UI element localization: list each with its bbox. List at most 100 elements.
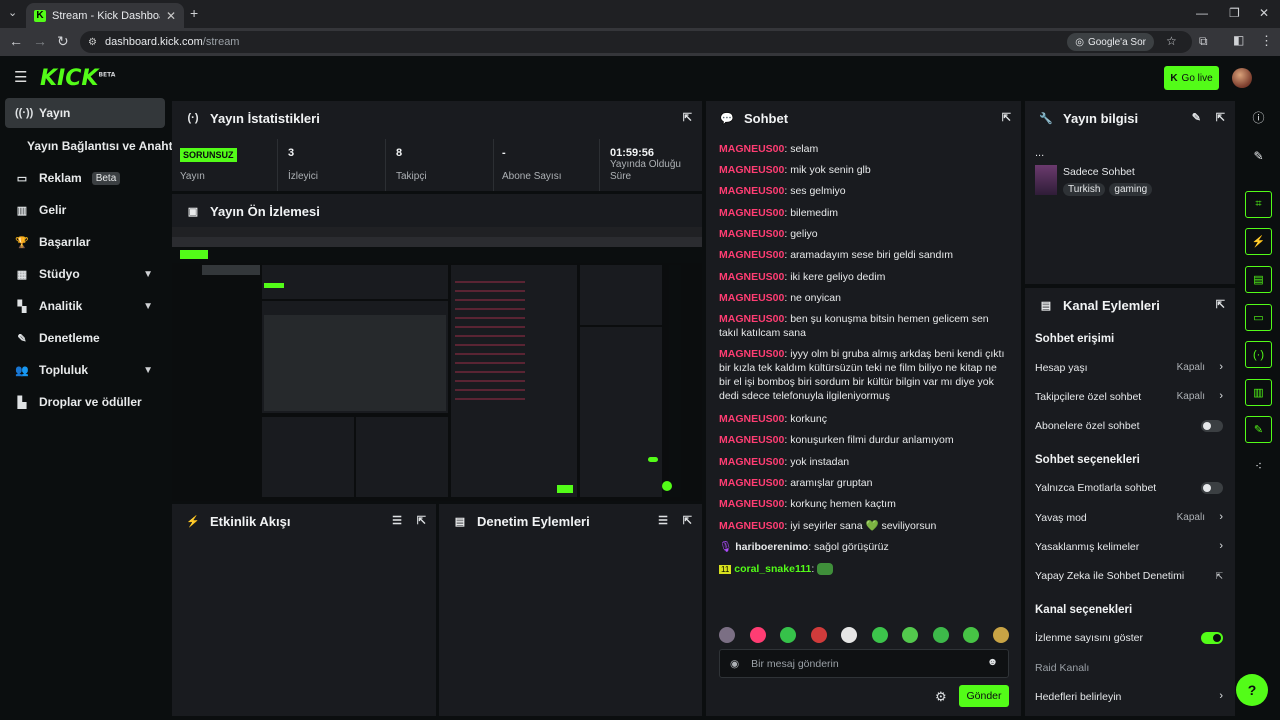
chat-message[interactable]: MAGNEUS00: yok instadan: [719, 455, 1009, 469]
show-viewcount-toggle[interactable]: [1201, 632, 1223, 644]
add-widget-icon[interactable]: ⁖: [1245, 452, 1272, 479]
reload-icon[interactable]: ↻: [57, 33, 69, 50]
sidebar-item-yayin[interactable]: ((·)) Yayın: [5, 98, 165, 128]
help-support-button[interactable]: ?: [1236, 674, 1268, 706]
sidebar-item-gelir[interactable]: ▥ Gelir: [5, 195, 165, 225]
chat-message[interactable]: MAGNEUS00: aramadayım sese biri geldi sa…: [719, 248, 1009, 262]
kick-logo[interactable]: KICKBETA: [40, 66, 115, 91]
sidebar-item-basarilar[interactable]: 🏆 Başarılar: [5, 227, 165, 257]
send-button[interactable]: Gönder: [959, 685, 1009, 707]
broadcast-icon[interactable]: (·): [1245, 341, 1272, 368]
chat-message[interactable]: MAGNEUS00: konuşurken filmi durdur anlam…: [719, 433, 1009, 447]
sidebar-item-analitik[interactable]: ▚ Analitik ▼: [5, 291, 165, 321]
popout-icon[interactable]: ⇱: [1002, 111, 1011, 124]
slow-mode-row[interactable]: Yavaş mod Kapalı ›: [1035, 511, 1225, 524]
menu-kebab-icon[interactable]: ⋮: [1260, 33, 1273, 49]
emote-icon[interactable]: [719, 627, 735, 643]
popout-icon[interactable]: ⇱: [1216, 298, 1225, 311]
chat-message[interactable]: MAGNEUS00: bilemedim: [719, 206, 1009, 220]
new-tab-icon[interactable]: +: [190, 5, 198, 21]
ai-moderation-row[interactable]: Yapay Zeka ile Sohbet Denetimi ⇱: [1035, 570, 1225, 582]
popout-icon[interactable]: ⇱: [683, 514, 692, 527]
emote-icon[interactable]: [933, 627, 949, 643]
extensions-icon[interactable]: ⧉: [1199, 34, 1208, 49]
edit-pencil-icon[interactable]: ✎: [1245, 142, 1272, 169]
forward-icon[interactable]: →: [33, 33, 47, 49]
filter-icon[interactable]: ☰: [658, 514, 668, 527]
minimize-icon[interactable]: —: [1196, 6, 1208, 20]
sidebar-item-droplar[interactable]: ▙ Droplar ve ödüller: [5, 387, 165, 417]
chat-message[interactable]: MAGNEUS00: aramışlar gruptan: [719, 476, 1009, 490]
profile-icon[interactable]: ◧: [1233, 33, 1244, 47]
sidebar-item-topluluk[interactable]: 👥 Topluluk ▼: [5, 355, 165, 385]
popout-icon[interactable]: ⇱: [1216, 111, 1225, 124]
site-info-icon[interactable]: ⚙: [88, 37, 97, 48]
chat-input[interactable]: ◉ Bir mesaj gönderin ☻: [719, 649, 1009, 678]
hamburger-menu-icon[interactable]: ☰: [14, 68, 27, 86]
emoji-picker-icon[interactable]: ☻: [987, 656, 998, 668]
emote-icon[interactable]: [902, 627, 918, 643]
browser-tab[interactable]: K Stream - Kick Dashboard ✕: [26, 3, 184, 28]
screen-capture-icon[interactable]: ⌗: [1245, 191, 1272, 218]
set-goals-row[interactable]: Hedefleri belirleyin ›: [1035, 690, 1225, 703]
chat-message[interactable]: MAGNEUS00: iyi seyirler sana 💚 seviliyor…: [719, 519, 1009, 533]
close-window-icon[interactable]: ✕: [1259, 6, 1269, 20]
gear-icon[interactable]: ⚙: [935, 689, 947, 705]
url-host: dashboard.kick.com: [104, 36, 203, 48]
sidebar-item-denetleme[interactable]: ✎ Denetleme: [5, 323, 165, 353]
account-age-row[interactable]: Hesap yaşı Kapalı ›: [1035, 361, 1225, 374]
tag-gaming[interactable]: gaming: [1109, 183, 1153, 196]
maximize-icon[interactable]: ❐: [1229, 6, 1240, 20]
sidebar-item-stream-key[interactable]: Yayın Bağlantısı ve Anahtarı: [5, 131, 187, 161]
sidebar-item-reklam[interactable]: ▭ Reklam Beta: [5, 163, 165, 193]
close-tab-icon[interactable]: ✕: [166, 9, 176, 23]
google-ask-button[interactable]: ◎ Google'a Sor: [1067, 33, 1154, 51]
emote-icon[interactable]: [811, 627, 827, 643]
channel-actions-icon[interactable]: ▥: [1245, 379, 1272, 406]
stream-info-panel: 🔧 Yayın bilgisi ✎ ⇱ ... Sadece Sohbet Tu…: [1025, 101, 1235, 284]
raid-channel-row[interactable]: Raid Kanalı: [1035, 662, 1225, 674]
followers-only-row[interactable]: Takipçilere özel sohbet Kapalı ›: [1035, 390, 1225, 403]
chat-message[interactable]: MAGNEUS00: iyyy olm bi gruba almış arkda…: [719, 347, 1009, 403]
filter-icon[interactable]: ☰: [392, 514, 402, 527]
banned-words-row[interactable]: Yasaklanmış kelimeler ›: [1035, 540, 1225, 553]
stream-preview-video[interactable]: [172, 227, 702, 501]
bookmark-star-icon[interactable]: ☆: [1166, 34, 1177, 48]
emote-icon[interactable]: [750, 627, 766, 643]
chat-message[interactable]: MAGNEUS00: selam: [719, 142, 1009, 156]
emote-icon[interactable]: [872, 627, 888, 643]
chat-message[interactable]: MAGNEUS00: ne onyican: [719, 291, 1009, 305]
chat-message[interactable]: MAGNEUS00: korkunç: [719, 412, 1009, 426]
avatar[interactable]: [1232, 68, 1252, 88]
popout-icon[interactable]: ⇱: [683, 111, 692, 124]
emote-only-row: Yalnızca Emotlarla sohbet: [1035, 482, 1225, 494]
document-icon[interactable]: ▤: [1245, 266, 1272, 293]
chat-message[interactable]: MAGNEUS00: ben şu konuşma bitsin hemen g…: [719, 312, 1009, 340]
edit-pencil-icon[interactable]: ✎: [1192, 111, 1201, 124]
sidebar-item-studyo[interactable]: ▦ Stüdyo ▼: [5, 259, 165, 289]
tag-turkish[interactable]: Turkish: [1063, 183, 1106, 196]
chat-message[interactable]: 11 coral_snake111:: [719, 562, 1009, 577]
chat-message[interactable]: MAGNEUS00: korkunç hemen kaçtım: [719, 497, 1009, 511]
chat-message[interactable]: MAGNEUS00: ses gelmiyo: [719, 184, 1009, 198]
wrench-icon[interactable]: ✎: [1245, 416, 1272, 443]
emote-icon[interactable]: [963, 627, 979, 643]
lightning-icon[interactable]: ⚡: [1245, 228, 1272, 255]
url-field[interactable]: ⚙ dashboard.kick.com/stream: [80, 31, 1192, 53]
emote-icon[interactable]: [993, 627, 1009, 643]
chat-message[interactable]: MAGNEUS00: mik yok senin glb: [719, 163, 1009, 177]
chat-message[interactable]: MAGNEUS00: geliyo: [719, 227, 1009, 241]
account-age-value: Kapalı: [1176, 362, 1205, 373]
emote-icon[interactable]: [841, 627, 857, 643]
chat-message[interactable]: MAGNEUS00: iki kere geliyo dedim: [719, 270, 1009, 284]
emote-icon[interactable]: [780, 627, 796, 643]
go-live-button[interactable]: K Go live: [1164, 66, 1219, 90]
back-icon[interactable]: ←: [9, 33, 23, 49]
info-icon[interactable]: ⓘ: [1245, 104, 1272, 131]
emote-only-toggle[interactable]: [1201, 482, 1223, 494]
popout-icon[interactable]: ⇱: [417, 514, 426, 527]
tab-search-icon[interactable]: ⌄: [8, 6, 17, 19]
subs-only-toggle[interactable]: [1201, 420, 1223, 432]
chat-message[interactable]: 🎙 hariboerenimo: sağol görüşürüz: [719, 540, 1009, 554]
chat-bubble-icon[interactable]: ▭: [1245, 304, 1272, 331]
